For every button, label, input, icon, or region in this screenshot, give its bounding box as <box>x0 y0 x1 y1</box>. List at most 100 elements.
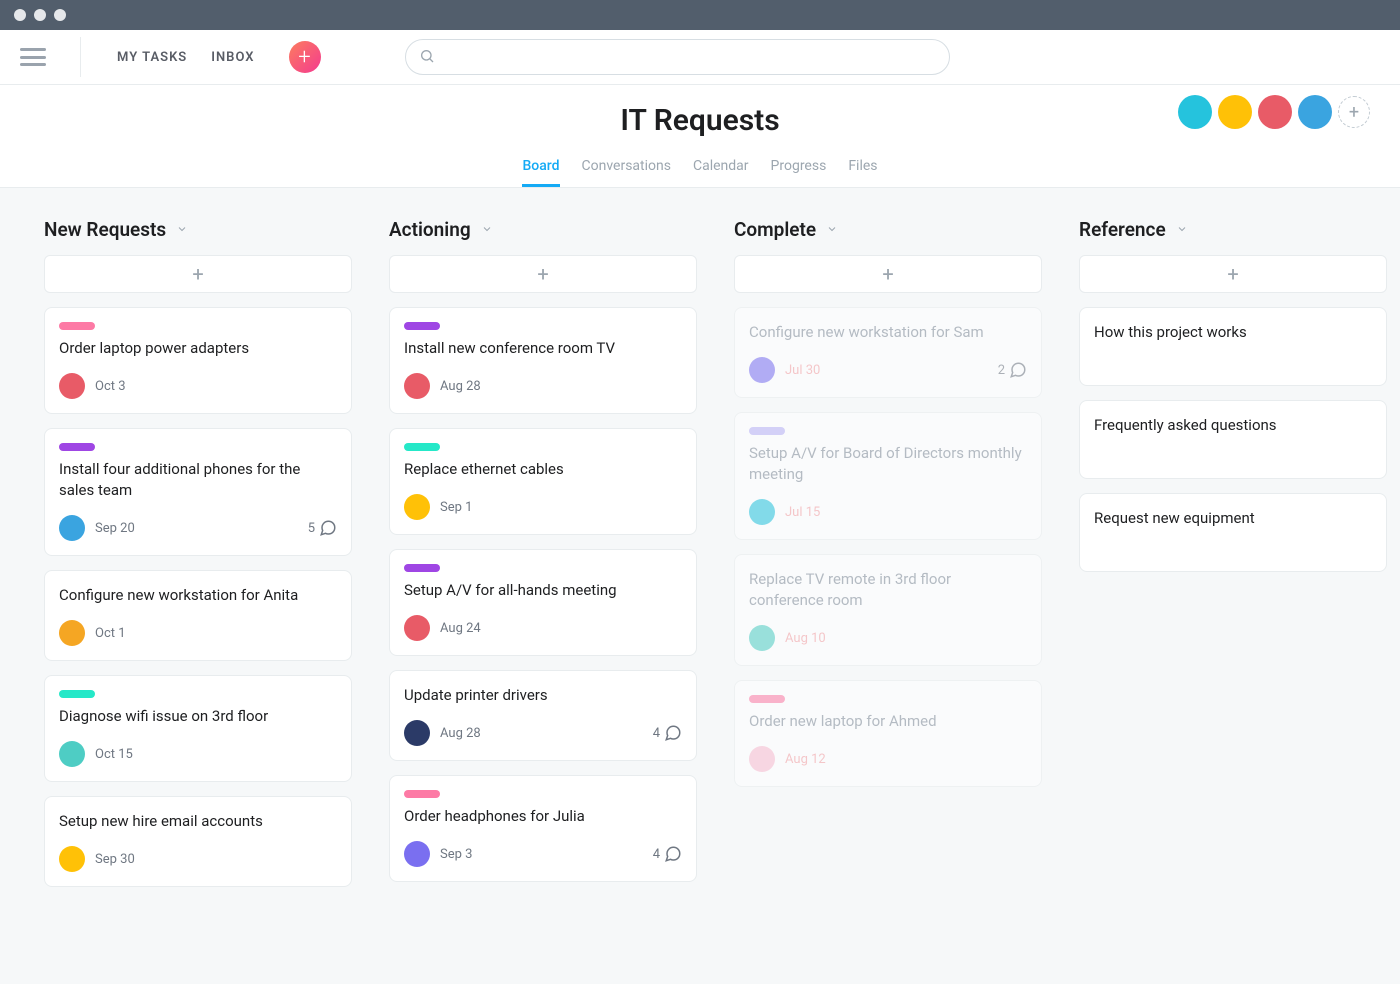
card-tag <box>749 695 785 703</box>
chevron-down-icon[interactable] <box>481 220 493 239</box>
assignee-avatar[interactable] <box>749 625 775 651</box>
task-card[interactable]: Replace TV remote in 3rd floor conferenc… <box>734 554 1042 666</box>
tab-conversations[interactable]: Conversations <box>582 158 671 187</box>
assignee-avatar[interactable] <box>404 494 430 520</box>
window-dot-close[interactable] <box>14 9 26 21</box>
chevron-down-icon[interactable] <box>826 220 838 239</box>
card-title: Diagnose wifi issue on 3rd floor <box>59 706 337 727</box>
comment-icon <box>319 519 337 537</box>
due-date: Aug 28 <box>440 726 481 741</box>
card-footer: Jul 302 <box>749 357 1027 383</box>
task-card[interactable]: Frequently asked questions <box>1079 400 1387 479</box>
task-card[interactable]: Update printer driversAug 284 <box>389 670 697 761</box>
card-title: Configure new workstation for Sam <box>749 322 1027 343</box>
add-member-button[interactable]: + <box>1338 96 1370 128</box>
chevron-down-icon[interactable] <box>1176 220 1188 239</box>
task-card[interactable]: Order new laptop for AhmedAug 12 <box>734 680 1042 787</box>
card-footer: Oct 1 <box>59 620 337 646</box>
tab-files[interactable]: Files <box>848 158 877 187</box>
assignee-avatar[interactable] <box>404 720 430 746</box>
assignee-avatar[interactable] <box>59 515 85 541</box>
comment-count[interactable]: 4 <box>653 845 682 863</box>
task-card[interactable]: Diagnose wifi issue on 3rd floor Oct 15 <box>44 675 352 782</box>
due-date: Aug 12 <box>785 752 826 767</box>
task-card[interactable]: Install four additional phones for the s… <box>44 428 352 556</box>
assignee-avatar[interactable] <box>404 615 430 641</box>
topbar: MY TASKS INBOX + <box>0 30 1400 85</box>
assignee-avatar[interactable] <box>404 373 430 399</box>
card-footer: Sep 30 <box>59 846 337 872</box>
assignee-avatar[interactable] <box>404 841 430 867</box>
task-card[interactable]: Configure new workstation for Sam Jul 302 <box>734 307 1042 398</box>
nav-my-tasks[interactable]: MY TASKS <box>117 50 187 65</box>
add-card-button[interactable]: + <box>1079 255 1387 293</box>
divider <box>80 37 81 77</box>
due-date: Sep 3 <box>440 847 472 862</box>
task-card[interactable]: Order headphones for Julia Sep 3 4 <box>389 775 697 882</box>
card-tag <box>404 790 440 798</box>
comment-count[interactable]: 4 <box>653 724 682 742</box>
task-card[interactable]: Request new equipment <box>1079 493 1387 572</box>
window-dot-max[interactable] <box>54 9 66 21</box>
member-avatar[interactable] <box>1178 95 1212 129</box>
card-footer: Jul 15 <box>749 499 1027 525</box>
card-title: How this project works <box>1094 322 1372 343</box>
add-card-button[interactable]: + <box>734 255 1042 293</box>
board: New Requests + Order laptop power adapters… <box>0 188 1400 901</box>
assignee-avatar[interactable] <box>749 357 775 383</box>
tab-board[interactable]: Board <box>522 158 559 187</box>
tab-calendar[interactable]: Calendar <box>693 158 749 187</box>
assignee-avatar[interactable] <box>749 746 775 772</box>
menu-icon[interactable] <box>20 48 46 66</box>
card-title: Order headphones for Julia <box>404 806 682 827</box>
due-date: Sep 1 <box>440 500 472 515</box>
task-card[interactable]: Configure new workstation for Anita Oct 1 <box>44 570 352 661</box>
column-header[interactable]: Reference <box>1079 218 1400 241</box>
column: Actioning + Install new conference room TV… <box>389 218 734 896</box>
column-header[interactable]: Complete <box>734 218 1079 241</box>
column-header[interactable]: New Requests <box>44 218 389 241</box>
comment-count[interactable]: 5 <box>308 519 337 537</box>
card-title: Order laptop power adapters <box>59 338 337 359</box>
card-footer: Aug 28 4 <box>404 720 682 746</box>
assignee-avatar[interactable] <box>59 846 85 872</box>
card-title: Configure new workstation for Anita <box>59 585 337 606</box>
member-avatar[interactable] <box>1258 95 1292 129</box>
comment-count[interactable]: 2 <box>998 361 1027 379</box>
global-add-button[interactable]: + <box>289 41 321 73</box>
nav-inbox[interactable]: INBOX <box>211 50 254 65</box>
member-avatar[interactable] <box>1218 95 1252 129</box>
add-card-button[interactable]: + <box>389 255 697 293</box>
assignee-avatar[interactable] <box>749 499 775 525</box>
card-title: Setup A/V for all-hands meeting <box>404 580 682 601</box>
task-card[interactable]: How this project works <box>1079 307 1387 386</box>
project-members: + <box>1178 95 1370 129</box>
search-input[interactable] <box>405 39 950 75</box>
column-title: New Requests <box>44 218 166 241</box>
assignee-avatar[interactable] <box>59 620 85 646</box>
task-card[interactable]: Setup new hire email accountsSep 30 <box>44 796 352 887</box>
window-dot-min[interactable] <box>34 9 46 21</box>
assignee-avatar[interactable] <box>59 373 85 399</box>
task-card[interactable]: Replace ethernet cablesSep 1 <box>389 428 697 535</box>
column-title: Complete <box>734 218 816 241</box>
task-card[interactable]: Order laptop power adapters Oct 3 <box>44 307 352 414</box>
add-card-button[interactable]: + <box>44 255 352 293</box>
chevron-down-icon[interactable] <box>176 220 188 239</box>
column-title: Actioning <box>389 218 471 241</box>
due-date: Oct 3 <box>95 379 126 394</box>
tab-progress[interactable]: Progress <box>771 158 827 187</box>
card-footer: Aug 28 <box>404 373 682 399</box>
task-card[interactable]: Setup A/V for Board of Directors monthly… <box>734 412 1042 540</box>
card-footer: Oct 15 <box>59 741 337 767</box>
card-footer: Aug 12 <box>749 746 1027 772</box>
window-chrome <box>0 0 1400 30</box>
member-avatar[interactable] <box>1298 95 1332 129</box>
task-card[interactable]: Install new conference room TVAug 28 <box>389 307 697 414</box>
task-card[interactable]: Setup A/V for all-hands meetingAug 24 <box>389 549 697 656</box>
column-header[interactable]: Actioning <box>389 218 734 241</box>
assignee-avatar[interactable] <box>59 741 85 767</box>
due-date: Oct 15 <box>95 747 133 762</box>
card-title: Setup A/V for Board of Directors monthly… <box>749 443 1027 485</box>
card-tag <box>59 443 95 451</box>
